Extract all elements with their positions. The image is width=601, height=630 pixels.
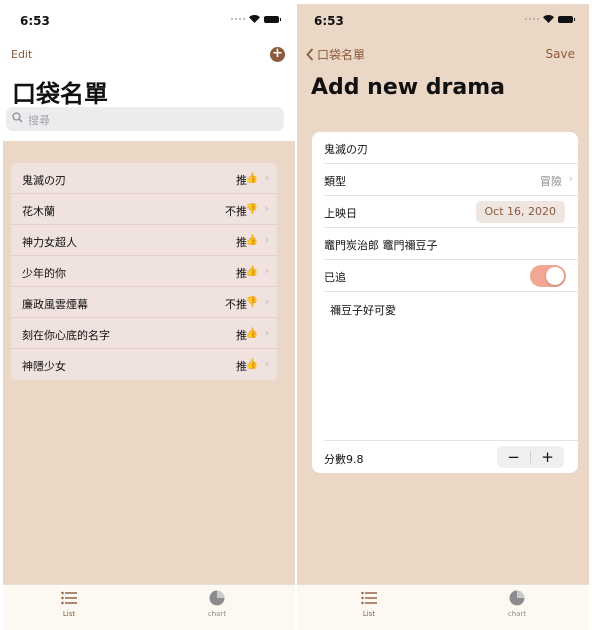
- genre-picker[interactable]: 類型 冒險 ›: [324, 164, 578, 196]
- drama-name: 刻在你心底的名字: [22, 329, 110, 342]
- thumbs-up-icon: 👍: [245, 328, 258, 339]
- list-icon: [361, 591, 377, 605]
- drama-name: 少年的你: [22, 267, 66, 280]
- signal-dots-icon: [525, 18, 539, 20]
- list-icon: [61, 591, 77, 605]
- notes-value[interactable]: 禰豆子好可愛: [330, 302, 396, 318]
- tab-list[interactable]: List: [339, 589, 399, 618]
- thumbs-down-icon: 👎: [245, 297, 258, 308]
- save-button[interactable]: Save: [546, 47, 575, 61]
- status-indicators: [231, 15, 281, 23]
- chevron-right-icon: ›: [568, 172, 573, 185]
- thumbs-up-icon: 👍: [245, 359, 258, 370]
- cast-field[interactable]: 竈門炭治郎 竈門禰豆子: [324, 228, 578, 260]
- search-icon: [12, 112, 23, 123]
- list-item[interactable]: 刻在你心底的名字推 👍 ›: [11, 318, 277, 349]
- tab-chart[interactable]: chart: [187, 589, 247, 618]
- signal-dots-icon: [231, 18, 245, 20]
- list-item[interactable]: 花木蘭 不推 👎 ›: [11, 194, 277, 225]
- thumbs-down-icon: 👎: [245, 204, 258, 215]
- list-header: 6:53 Edit + 口袋名單 搜尋: [3, 4, 295, 141]
- drama-form: 鬼滅の刃 類型 冒險 › 上映日 Oct 16, 2020 竈門炭治郎 竈門禰豆…: [312, 132, 578, 473]
- watched-row: 已追: [324, 260, 578, 292]
- wifi-icon: [249, 15, 260, 23]
- list-item[interactable]: 鬼滅の刃推 👍 ›: [11, 163, 277, 194]
- score-stepper[interactable]: − +: [497, 446, 564, 468]
- drama-name: 花木蘭: [22, 205, 55, 218]
- release-date-row: 上映日 Oct 16, 2020: [324, 196, 578, 228]
- score-row: 分數9.8 − +: [324, 441, 578, 473]
- back-button-label: 口袋名單: [317, 48, 366, 62]
- search-input[interactable]: 搜尋: [28, 112, 50, 128]
- list-item[interactable]: 少年的你推 👍 ›: [11, 256, 277, 287]
- chevron-right-icon: ›: [264, 326, 269, 339]
- notes-textarea[interactable]: 禰豆子好可愛: [324, 292, 578, 441]
- drama-name: 神隱少女: [22, 360, 66, 373]
- list-item[interactable]: 廉政風雲煙幕 不推 👎 ›: [11, 287, 277, 318]
- recommend-label: 不推: [225, 298, 247, 311]
- status-bar: 6:53: [3, 4, 295, 40]
- toggle-knob: [546, 267, 564, 285]
- back-button[interactable]: 口袋名單: [306, 46, 365, 63]
- chevron-right-icon: ›: [264, 171, 269, 184]
- tab-list-label: List: [362, 610, 376, 618]
- add-drama-screen: 6:53 口袋名單 Save Add new drama 鬼滅の刃 類型 冒險 …: [297, 4, 589, 630]
- drama-name: 廉政風雲煙幕: [22, 298, 88, 311]
- drama-list: 鬼滅の刃推 👍 › 花木蘭 不推 👎 › 神力女超人推 👍 › 少年的你推 👍 › 廉政風雲煙幕 不推 👎 › 刻…: [11, 163, 277, 380]
- list-screen: 6:53 Edit + 口袋名單 搜尋 鬼滅の刃推 👍 › 花木蘭 不推 👎 › 神力女超人推…: [3, 4, 295, 630]
- pie-chart-icon: [509, 590, 525, 606]
- tab-list-label: List: [62, 610, 76, 618]
- chevron-right-icon: ›: [264, 233, 269, 246]
- battery-icon: [264, 15, 281, 23]
- pie-chart-icon: [209, 590, 225, 606]
- cast-value[interactable]: 竈門炭治郎 竈門禰豆子: [324, 237, 438, 253]
- tab-chart-label: chart: [507, 610, 527, 618]
- battery-icon: [558, 15, 575, 23]
- list-item[interactable]: 神隱少女推 👍 ›: [11, 349, 277, 380]
- genre-value: 冒險: [540, 175, 562, 188]
- edit-button[interactable]: Edit: [11, 48, 32, 61]
- status-time: 6:53: [314, 14, 344, 28]
- page-title: 口袋名單: [12, 80, 108, 108]
- chevron-left-icon: [306, 48, 314, 61]
- thumbs-up-icon: 👍: [245, 173, 258, 184]
- status-time: 6:53: [20, 14, 50, 28]
- increment-button[interactable]: +: [531, 446, 564, 468]
- genre-label: 類型: [324, 175, 346, 188]
- chevron-right-icon: ›: [264, 295, 269, 308]
- tab-bar: List chart: [3, 584, 295, 630]
- search-bar[interactable]: 搜尋: [6, 107, 284, 131]
- drama-name: 鬼滅の刃: [22, 174, 66, 187]
- release-date-picker[interactable]: Oct 16, 2020: [475, 201, 565, 223]
- chevron-right-icon: ›: [264, 202, 269, 215]
- watched-label: 已追: [324, 271, 346, 284]
- wifi-icon: [543, 15, 554, 23]
- status-indicators: [525, 15, 575, 23]
- tab-list[interactable]: List: [39, 589, 99, 618]
- list-item[interactable]: 神力女超人推 👍 ›: [11, 225, 277, 256]
- thumbs-up-icon: 👍: [245, 235, 258, 246]
- thumbs-up-icon: 👍: [245, 266, 258, 277]
- chevron-right-icon: ›: [264, 357, 269, 370]
- status-bar: 6:53: [297, 4, 589, 40]
- name-field[interactable]: 鬼滅の刃: [324, 132, 578, 164]
- page-title: Add new drama: [311, 75, 505, 100]
- release-label: 上映日: [324, 207, 357, 220]
- tab-chart[interactable]: chart: [487, 589, 547, 618]
- recommend-label: 不推: [225, 205, 247, 218]
- score-label: 分數9.8: [324, 453, 364, 466]
- add-button[interactable]: +: [270, 47, 285, 62]
- tab-bar: List chart: [297, 584, 589, 630]
- drama-name: 神力女超人: [22, 236, 77, 249]
- decrement-button[interactable]: −: [497, 446, 530, 468]
- tab-chart-label: chart: [207, 610, 227, 618]
- watched-toggle[interactable]: [530, 265, 566, 287]
- chevron-right-icon: ›: [264, 264, 269, 277]
- name-value[interactable]: 鬼滅の刃: [324, 141, 368, 157]
